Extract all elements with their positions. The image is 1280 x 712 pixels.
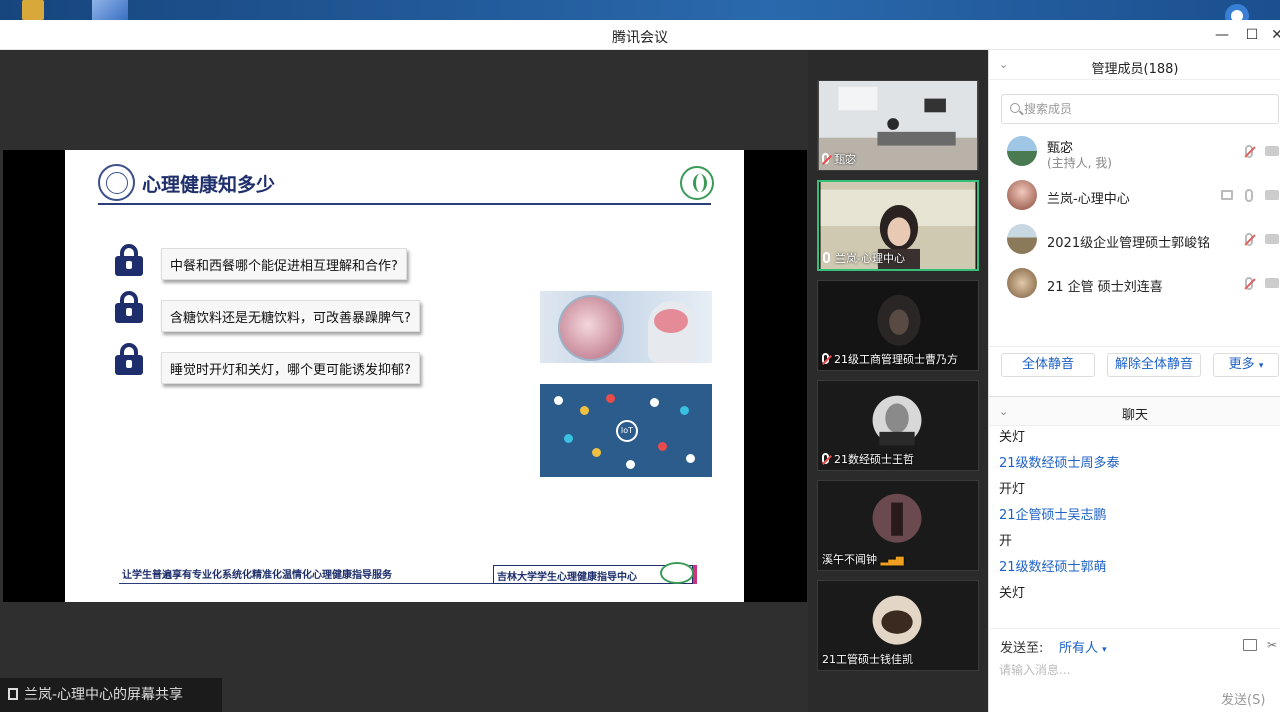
iot-hub-icon: IoT: [616, 420, 638, 442]
minimize-button[interactable]: —: [1211, 24, 1233, 46]
meeting-window: 腾讯会议 — ☐ ✕ 心理健康知多少 中餐和西餐哪个能促进相互理解和合作? 含糖…: [0, 20, 1280, 712]
chat-message: 开: [999, 534, 1013, 549]
avatar: [1007, 268, 1037, 298]
mic-muted-icon[interactable]: [1245, 277, 1253, 290]
footer-accent: [693, 565, 697, 584]
question-3: 睡觉时开灯和关灯，哪个更可能诱发抑郁?: [161, 352, 420, 384]
slide-footer-slogan: 让学生普遍享有专业化系统化精准化温情化心理健康指导服务: [122, 570, 392, 581]
window-title: 腾讯会议: [612, 30, 668, 46]
desktop-app-icon[interactable]: [92, 0, 128, 20]
slide-title: 心理健康知多少: [142, 174, 276, 196]
mute-all-button[interactable]: 全体静音: [1001, 353, 1095, 377]
question-1: 中餐和西餐哪个能促进相互理解和合作?: [161, 248, 407, 280]
avatar: [1007, 180, 1037, 210]
send-to-dropdown[interactable]: 所有人 ▾: [1059, 637, 1107, 656]
video-stage: 心理健康知多少 中餐和西餐哪个能促进相互理解和合作? 含糖饮料还是无糖饮料，可改…: [0, 50, 808, 712]
chat-input[interactable]: [999, 659, 1269, 681]
member-name: 21 企管 硕士刘连喜: [1047, 280, 1163, 295]
video-tile[interactable]: 21级工商管理硕士曹乃方: [817, 280, 979, 371]
screen-share-icon: [1221, 190, 1233, 200]
video-tile[interactable]: 21工管硕士钱佳凯: [817, 580, 979, 671]
avatar: [1007, 224, 1037, 254]
mic-muted-icon: [822, 353, 829, 364]
screen-share-view: 心理健康知多少 中餐和西餐哪个能促进相互理解和合作? 含糖饮料还是无糖饮料，可改…: [3, 150, 807, 602]
desktop-background: [0, 0, 1280, 22]
presentation-slide: 心理健康知多少 中餐和西餐哪个能促进相互理解和合作? 含糖饮料还是无糖饮料，可改…: [65, 150, 744, 602]
screen-share-caption: 兰岚-心理中心的屏幕共享: [0, 678, 222, 712]
member-row[interactable]: 兰岚-心理中心: [989, 174, 1280, 218]
desktop-tray-icon: [1225, 4, 1249, 22]
image-icon[interactable]: [1243, 639, 1257, 651]
mic-muted-icon[interactable]: [1245, 145, 1253, 158]
title-divider: [98, 203, 711, 205]
chat-panel-title: 聊天: [1121, 408, 1148, 423]
chat-sender[interactable]: 21企管硕士吴志鹏: [999, 504, 1107, 523]
search-icon: [1010, 103, 1020, 113]
lock-icon: [115, 244, 143, 276]
member-row[interactable]: 甄宓 (主持人, 我): [989, 130, 1280, 174]
member-row[interactable]: 21 企管 硕士刘连喜: [989, 262, 1280, 306]
camera-icon[interactable]: [1265, 278, 1279, 288]
center-logo-icon: [680, 166, 714, 200]
brain-neuron-image: [540, 291, 712, 363]
close-button[interactable]: ✕: [1266, 24, 1280, 46]
avatar: [1007, 136, 1037, 166]
footer-logo-icon: [660, 562, 694, 584]
signal-strength-icon: ▂▄▆: [880, 555, 904, 566]
video-tile[interactable]: 溪午不闻钟 ▂▄▆: [817, 480, 979, 571]
screenshot-icon[interactable]: ✂: [1267, 639, 1279, 651]
member-name: 2021级企业管理硕士郭峻铭: [1047, 236, 1211, 251]
chat-sender[interactable]: 21级数经硕士郭萌: [999, 556, 1107, 575]
participant-video-list: 甄宓 兰岚-心理中心 21级工商管理硕士曹乃方 21数经硕士王哲 溪午不闻钟 ▂…: [808, 50, 988, 712]
chat-compose: 发送至: 所有人 ▾ ✂ 发送(S): [989, 628, 1280, 712]
university-logo-icon: [98, 164, 135, 201]
mic-muted-icon: [822, 453, 829, 464]
chat-panel-header[interactable]: ⌄ 聊天: [989, 396, 1280, 426]
video-tile[interactable]: 兰岚-心理中心: [817, 180, 979, 271]
desktop-folder-icon[interactable]: [22, 0, 44, 20]
video-tile[interactable]: 21数经硕士王哲: [817, 380, 979, 471]
send-button[interactable]: 发送(S): [1221, 689, 1265, 708]
members-panel-title: 管理成员(188): [1091, 62, 1179, 77]
members-panel-header[interactable]: ⌄ 管理成员(188): [989, 50, 1280, 80]
camera-icon[interactable]: [1265, 146, 1279, 156]
caret-down-icon: ▾: [1258, 361, 1264, 371]
member-name: 兰岚-心理中心: [1047, 192, 1130, 207]
mic-muted-icon[interactable]: [1245, 233, 1253, 246]
mic-icon[interactable]: [1245, 189, 1253, 202]
side-panel: ⌄ 管理成员(188) 甄宓 (主持人, 我) 兰岚-心理中心 2021级企业管…: [988, 50, 1280, 712]
maximize-button[interactable]: ☐: [1241, 24, 1263, 46]
unmute-all-button[interactable]: 解除全体静音: [1107, 353, 1201, 377]
member-search[interactable]: [1001, 94, 1279, 124]
member-role: (主持人, 我): [1047, 156, 1112, 170]
send-to-label: 发送至:: [1000, 641, 1044, 656]
lock-icon: [115, 291, 143, 323]
lock-icon: [115, 343, 143, 375]
mic-icon: [823, 252, 830, 263]
member-search-input[interactable]: [1024, 100, 1264, 118]
caret-down-icon: ▾: [1102, 645, 1107, 655]
chat-message: 关灯: [999, 586, 1026, 601]
member-row[interactable]: 2021级企业管理硕士郭峻铭: [989, 218, 1280, 262]
mic-muted-icon: [822, 153, 829, 164]
chat-message: 关灯: [999, 430, 1026, 445]
camera-icon[interactable]: [1265, 190, 1279, 200]
chat-sender[interactable]: 21级数经硕士周多泰: [999, 452, 1120, 471]
camera-icon[interactable]: [1265, 234, 1279, 244]
video-tile[interactable]: 甄宓: [817, 80, 979, 171]
title-bar: 腾讯会议 — ☐ ✕: [0, 20, 1280, 50]
member-actions: 全体静音 解除全体静音 更多 ▾: [989, 346, 1280, 380]
share-screen-icon: [8, 688, 18, 700]
more-button[interactable]: 更多 ▾: [1213, 353, 1279, 377]
chat-message: 开灯: [999, 482, 1026, 497]
question-2: 含糖饮料还是无糖饮料，可改善暴躁脾气?: [161, 300, 420, 332]
iot-network-image: IoT: [540, 384, 712, 477]
